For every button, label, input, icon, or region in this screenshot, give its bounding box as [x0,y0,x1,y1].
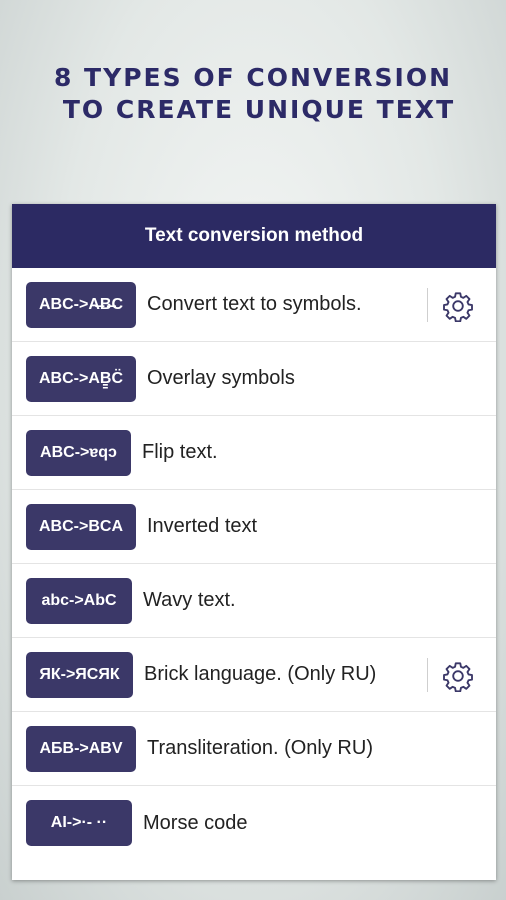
method-badge: ABC->AB̳C̈ [26,355,136,402]
method-badge: ABC->ɐqɔ [26,429,131,476]
method-row-overlay[interactable]: ABC->AB̳C̈ Overlay symbols [12,342,496,416]
method-badge: abc->AbC [26,577,132,624]
gear-icon[interactable] [442,660,474,692]
method-row-flip[interactable]: ABC->ɐqɔ Flip text. [12,416,496,490]
divider [427,288,428,322]
method-badge: ЯК->ЯСЯК [26,651,133,698]
method-row-transliteration[interactable]: АБВ->ABV Transliteration. (Only RU) [12,712,496,786]
method-badge: AI->·- ·· [26,800,132,846]
method-label: Overlay symbols [147,367,295,389]
headline-line-2: TO CREATE UNIQUE TEXT [62,95,456,124]
method-label: Inverted text [147,515,258,537]
panel-header: Text conversion method [12,204,496,268]
method-row-morse[interactable]: AI->·- ·· Morse code [12,786,496,860]
method-badge: ABC->A̶B̶C [26,281,136,328]
panel-title: Text conversion method [144,225,364,246]
headline-line-1: 8 TYPES OF CONVERSION [53,63,453,92]
method-label: Flip text. [142,441,218,463]
method-badge: АБВ->ABV [26,725,136,772]
gear-icon[interactable] [442,290,474,322]
conversion-method-panel: Text conversion method ABC->A̶B̶C Conver… [12,204,496,880]
method-badge: ABC->BCA [26,503,136,550]
method-label: Brick language. (Only RU) [144,663,377,685]
method-list: ABC->A̶B̶C Convert text to symbols. ABC-… [12,268,496,860]
divider [427,658,428,692]
method-row-wavy[interactable]: abc->AbC Wavy text. [12,564,496,638]
method-label: Convert text to symbols. [147,293,362,315]
method-label: Morse code [143,811,248,834]
method-label: Wavy text. [143,589,236,611]
method-label: Transliteration. (Only RU) [147,737,373,759]
method-row-inverted[interactable]: ABC->BCA Inverted text [12,490,496,564]
method-row-symbols[interactable]: ABC->A̶B̶C Convert text to symbols. [12,268,496,342]
method-row-brick[interactable]: ЯК->ЯСЯК Brick language. (Only RU) [12,638,496,712]
promo-headline: 8 TYPES OF CONVERSION TO CREATE UNIQUE T… [0,62,506,126]
